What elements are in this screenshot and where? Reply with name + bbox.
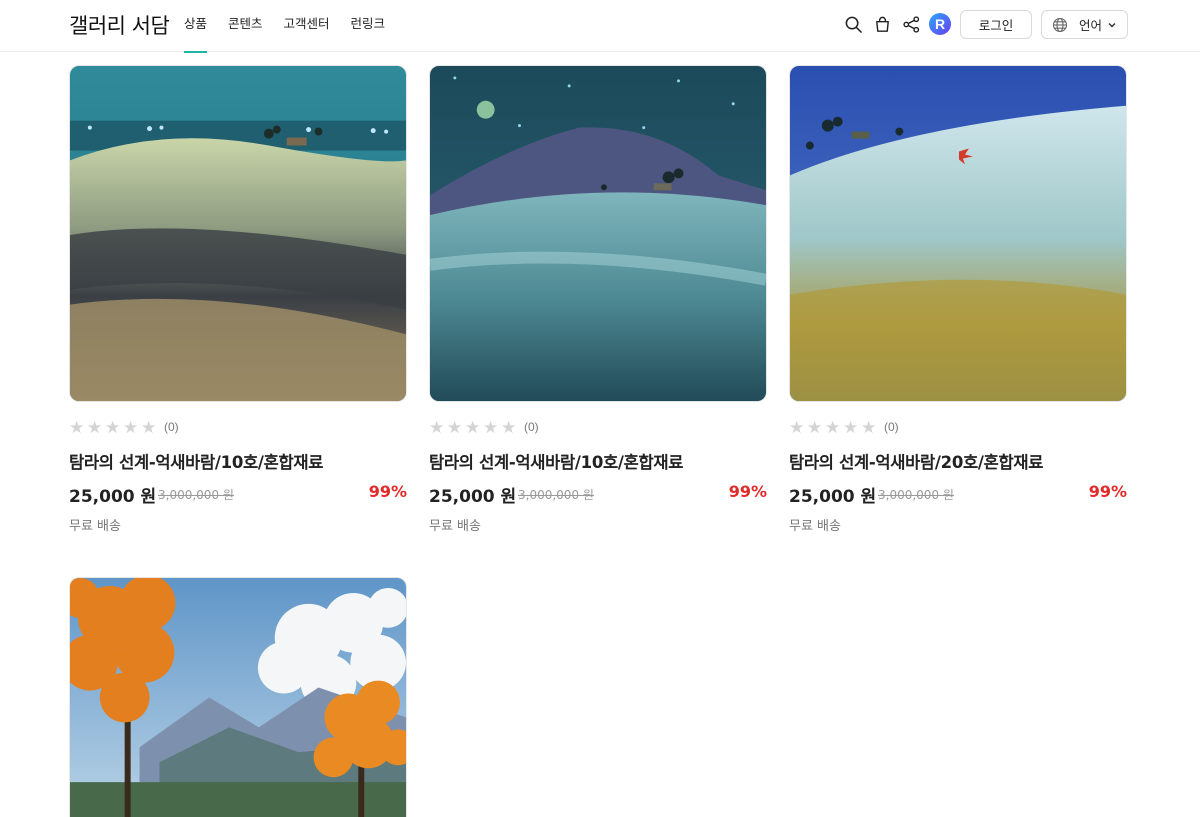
globe-icon	[1052, 17, 1068, 32]
discount-rate: 99%	[1088, 482, 1127, 501]
product-card[interactable]	[69, 577, 407, 817]
product-card[interactable]: ★ ★ ★ ★ ★ (0) 탐라의 선계-억새바람/10호/혼합재료 25,000 원 …	[69, 65, 407, 534]
star-icon: ★	[141, 418, 157, 438]
shipping-info: 무료 배송	[429, 519, 481, 534]
nav-item-customer-center[interactable]: 고객센터	[284, 0, 330, 52]
product-image[interactable]	[429, 65, 767, 402]
brand-r-icon[interactable]: R	[929, 13, 951, 35]
product-image[interactable]	[789, 65, 1127, 402]
login-button[interactable]: 로그인	[960, 10, 1032, 39]
nav-item-contents[interactable]: 콘텐츠	[228, 0, 263, 52]
sale-price: 25,000 원	[789, 487, 877, 507]
rating-count: (0)	[164, 419, 179, 434]
nav-item-products[interactable]: 상품	[184, 0, 208, 53]
rating-count: (0)	[524, 419, 539, 434]
main-nav: 상품 콘텐츠 고객센터 런링크	[184, 0, 406, 53]
star-icon: ★	[789, 418, 805, 438]
product-image[interactable]	[69, 65, 407, 402]
discount-rate: 99%	[368, 482, 407, 501]
star-icon: ★	[843, 418, 859, 438]
price-row: 25,000 원 3,000,000 원 99%	[789, 482, 1127, 507]
original-price: 3,000,000 원	[878, 488, 954, 502]
cart-icon[interactable]	[871, 13, 893, 35]
nav-item-runlink[interactable]: 런링크	[351, 0, 386, 52]
share-icon[interactable]	[900, 13, 922, 35]
star-icon: ★	[429, 418, 445, 438]
star-icon: ★	[447, 418, 463, 438]
original-price: 3,000,000 원	[158, 488, 234, 502]
product-name[interactable]: 탐라의 선계-억새바람/10호/혼합재료	[69, 449, 323, 473]
site-logo[interactable]: 갤러리 서담	[69, 10, 170, 40]
star-icon: ★	[87, 418, 103, 438]
star-icon: ★	[465, 418, 481, 438]
product-image[interactable]	[69, 577, 407, 817]
product-name[interactable]: 탐라의 선계-억새바람/20호/혼합재료	[789, 449, 1043, 473]
shipping-info: 무료 배송	[69, 519, 121, 534]
product-name[interactable]: 탐라의 선계-억새바람/10호/혼합재료	[429, 449, 683, 473]
rating: ★ ★ ★ ★ ★ (0)	[429, 420, 539, 437]
sale-price: 25,000 원	[69, 487, 157, 507]
star-icon: ★	[105, 418, 121, 438]
site-header: 갤러리 서담 상품 콘텐츠 고객센터 런링크 R 로그인 언어	[0, 0, 1200, 53]
product-card[interactable]: ★ ★ ★ ★ ★ (0) 탐라의 선계-억새바람/10호/혼합재료 25,000 원 …	[429, 65, 767, 534]
star-icon: ★	[807, 418, 823, 438]
star-icon: ★	[501, 418, 517, 438]
language-select[interactable]: 언어	[1041, 10, 1128, 39]
price-row: 25,000 원 3,000,000 원 99%	[69, 482, 407, 507]
star-icon: ★	[825, 418, 841, 438]
star-icon: ★	[69, 418, 85, 438]
sale-price: 25,000 원	[429, 487, 517, 507]
discount-rate: 99%	[728, 482, 767, 501]
rating-count: (0)	[884, 419, 899, 434]
original-price: 3,000,000 원	[518, 488, 594, 502]
chevron-down-icon	[1108, 22, 1116, 28]
star-icon: ★	[861, 418, 877, 438]
shipping-info: 무료 배송	[789, 519, 841, 534]
price-row: 25,000 원 3,000,000 원 99%	[429, 482, 767, 507]
language-label: 언어	[1079, 18, 1103, 33]
search-icon[interactable]	[842, 13, 864, 35]
rating: ★ ★ ★ ★ ★ (0)	[69, 420, 179, 437]
product-card[interactable]: ★ ★ ★ ★ ★ (0) 탐라의 선계-억새바람/20호/혼합재료 25,000 원 …	[789, 65, 1127, 534]
star-icon: ★	[483, 418, 499, 438]
star-icon: ★	[123, 418, 139, 438]
rating: ★ ★ ★ ★ ★ (0)	[789, 420, 899, 437]
